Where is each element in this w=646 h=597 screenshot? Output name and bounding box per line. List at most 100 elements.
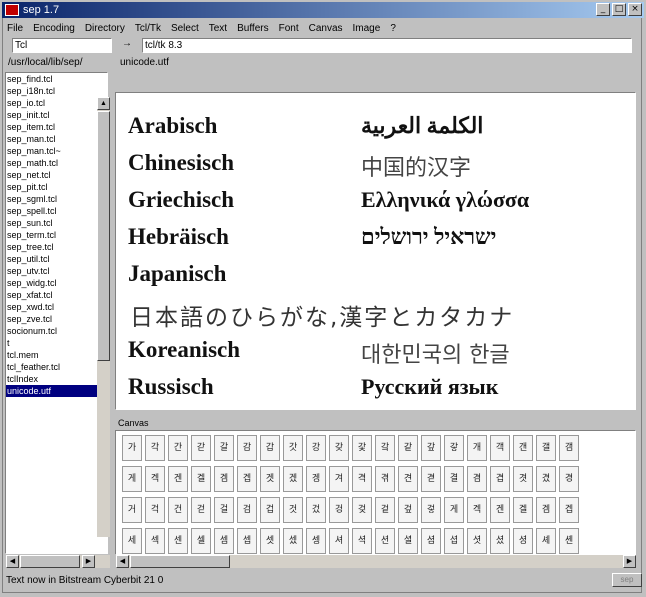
- file-list-item[interactable]: sep_util.tcl: [6, 253, 107, 265]
- glyph-cell[interactable]: 게: [444, 497, 464, 523]
- menu-help[interactable]: ?: [385, 23, 401, 34]
- canvas-hscroll[interactable]: ◀ ▶: [116, 555, 636, 568]
- file-list-item[interactable]: sep_zve.tcl: [6, 313, 107, 325]
- file-list-item[interactable]: socionum.tcl: [6, 325, 107, 337]
- glyph-cell[interactable]: 겐: [168, 466, 188, 492]
- menu-encoding[interactable]: Encoding: [28, 23, 80, 34]
- glyph-cell[interactable]: 셧: [467, 528, 487, 554]
- glyph-cell[interactable]: 갤: [536, 435, 556, 461]
- glyph-cell[interactable]: 같: [398, 435, 418, 461]
- scroll-right-icon[interactable]: ▶: [82, 555, 95, 568]
- glyph-cell[interactable]: 겍: [467, 497, 487, 523]
- scroll-left-icon[interactable]: ◀: [6, 555, 19, 568]
- file-list[interactable]: sep_find.tcl sep_i18n.tcl sep_io.tcl sep_in…: [5, 72, 108, 554]
- glyph-cell[interactable]: 검: [237, 497, 257, 523]
- menu-select[interactable]: Select: [166, 23, 204, 34]
- glyph-cell[interactable]: 겔: [513, 497, 533, 523]
- file-list-item[interactable]: sep_tree.tcl: [6, 241, 107, 253]
- glyph-cell[interactable]: 걱: [145, 497, 165, 523]
- glyph-cell[interactable]: 셍: [306, 528, 326, 554]
- file-list-item[interactable]: unicode.utf: [6, 385, 107, 397]
- menu-text[interactable]: Text: [204, 23, 232, 34]
- file-list-item[interactable]: sep_net.tcl: [6, 169, 107, 181]
- glyph-cell[interactable]: 객: [490, 435, 510, 461]
- file-list-item[interactable]: sep_pit.tcl: [6, 181, 107, 193]
- glyph-cell[interactable]: 갈: [214, 435, 234, 461]
- glyph-cell[interactable]: 겟: [260, 466, 280, 492]
- glyph-cell[interactable]: 가: [122, 435, 142, 461]
- glyph-cell[interactable]: 갖: [329, 435, 349, 461]
- glyph-cell[interactable]: 겝: [237, 466, 257, 492]
- glyph-cell[interactable]: 셥: [444, 528, 464, 554]
- glyph-cell[interactable]: 갠: [513, 435, 533, 461]
- glyph-cell[interactable]: 겆: [352, 497, 372, 523]
- minimize-button[interactable]: _: [596, 3, 610, 16]
- glyph-cell[interactable]: 갑: [260, 435, 280, 461]
- file-list-item[interactable]: sep_man.tcl: [6, 133, 107, 145]
- glyph-cell[interactable]: 개: [467, 435, 487, 461]
- glyph-cell[interactable]: 갚: [421, 435, 441, 461]
- file-list-item[interactable]: sep_sgml.tcl: [6, 193, 107, 205]
- file-list-item[interactable]: sep_term.tcl: [6, 229, 107, 241]
- hscroll-thumb[interactable]: [20, 555, 80, 568]
- glyph-cell[interactable]: 션: [375, 528, 395, 554]
- glyph-cell[interactable]: 겜: [214, 466, 234, 492]
- glyph-cell[interactable]: 셴: [559, 528, 579, 554]
- glyph-cell[interactable]: 겸: [467, 466, 487, 492]
- glyph-cell[interactable]: 세: [122, 528, 142, 554]
- glyph-cell[interactable]: 갛: [444, 435, 464, 461]
- canvas-hscroll-thumb[interactable]: [130, 555, 230, 568]
- glyph-cell[interactable]: 갗: [352, 435, 372, 461]
- glyph-cell[interactable]: 겁: [260, 497, 280, 523]
- glyph-cell[interactable]: 격: [352, 466, 372, 492]
- glyph-cell[interactable]: 겡: [306, 466, 326, 492]
- glyph-cell[interactable]: 겝: [559, 497, 579, 523]
- file-list-item[interactable]: tclIndex: [6, 373, 107, 385]
- glyph-cell[interactable]: 겯: [421, 466, 441, 492]
- file-list-item[interactable]: sep_xfat.tcl: [6, 289, 107, 301]
- glyph-cell[interactable]: 간: [168, 435, 188, 461]
- result-field[interactable]: tcl/tk 8.3: [142, 38, 632, 53]
- glyph-cell[interactable]: 경: [559, 466, 579, 492]
- close-button[interactable]: ×: [628, 3, 642, 16]
- status-button[interactable]: sep: [612, 573, 642, 587]
- menu-canvas[interactable]: Canvas: [304, 23, 348, 34]
- glyph-cell[interactable]: 셌: [283, 528, 303, 554]
- file-list-item[interactable]: sep_find.tcl: [6, 73, 107, 85]
- glyph-cell[interactable]: 셩: [513, 528, 533, 554]
- glyph-cell[interactable]: 겔: [191, 466, 211, 492]
- file-list-item[interactable]: sep_man.tcl~: [6, 145, 107, 157]
- canvas-scroll-right-icon[interactable]: ▶: [623, 555, 636, 568]
- glyph-cell[interactable]: 것: [283, 497, 303, 523]
- glyph-cell[interactable]: 강: [306, 435, 326, 461]
- menu-buffers[interactable]: Buffers: [232, 23, 274, 34]
- glyph-cell[interactable]: 걸: [214, 497, 234, 523]
- glyph-cell[interactable]: 셜: [398, 528, 418, 554]
- canvas-scroll-left-icon[interactable]: ◀: [116, 555, 129, 568]
- file-list-hscroll[interactable]: ◀ ▶: [6, 555, 110, 568]
- text-view[interactable]: Arabisch الكلمة العربية Chinesisch 中国的汉字…: [115, 92, 636, 410]
- scroll-up-icon[interactable]: ▲: [97, 97, 110, 110]
- glyph-cell[interactable]: 갘: [375, 435, 395, 461]
- file-list-item[interactable]: sep_xwd.tcl: [6, 301, 107, 313]
- maximize-button[interactable]: □: [612, 3, 626, 16]
- glyph-cell[interactable]: 겋: [421, 497, 441, 523]
- file-list-item[interactable]: sep_sun.tcl: [6, 217, 107, 229]
- glyph-cell[interactable]: 겠: [283, 466, 303, 492]
- glyph-cell[interactable]: 섹: [145, 528, 165, 554]
- glyph-cell[interactable]: 감: [237, 435, 257, 461]
- file-list-item[interactable]: sep_i18n.tcl: [6, 85, 107, 97]
- file-list-item[interactable]: tcl_feather.tcl: [6, 361, 107, 373]
- glyph-cell[interactable]: 셀: [191, 528, 211, 554]
- glyph-canvas[interactable]: 가각간갇갈감갑갓강갖갗갘같갚갛개객갠갤갬게겍겐겔겜겝겟겠겡겨격겪견겯결겸겹겻겼경…: [115, 430, 636, 555]
- glyph-cell[interactable]: 겐: [490, 497, 510, 523]
- glyph-cell[interactable]: 겊: [398, 497, 418, 523]
- menu-file[interactable]: File: [2, 23, 28, 34]
- glyph-cell[interactable]: 겪: [375, 466, 395, 492]
- command-input[interactable]: Tcl: [12, 38, 112, 53]
- glyph-cell[interactable]: 겨: [329, 466, 349, 492]
- glyph-cell[interactable]: 겼: [536, 466, 556, 492]
- glyph-cell[interactable]: 걷: [191, 497, 211, 523]
- file-list-item[interactable]: sep_io.tcl: [6, 97, 107, 109]
- menu-directory[interactable]: Directory: [80, 23, 130, 34]
